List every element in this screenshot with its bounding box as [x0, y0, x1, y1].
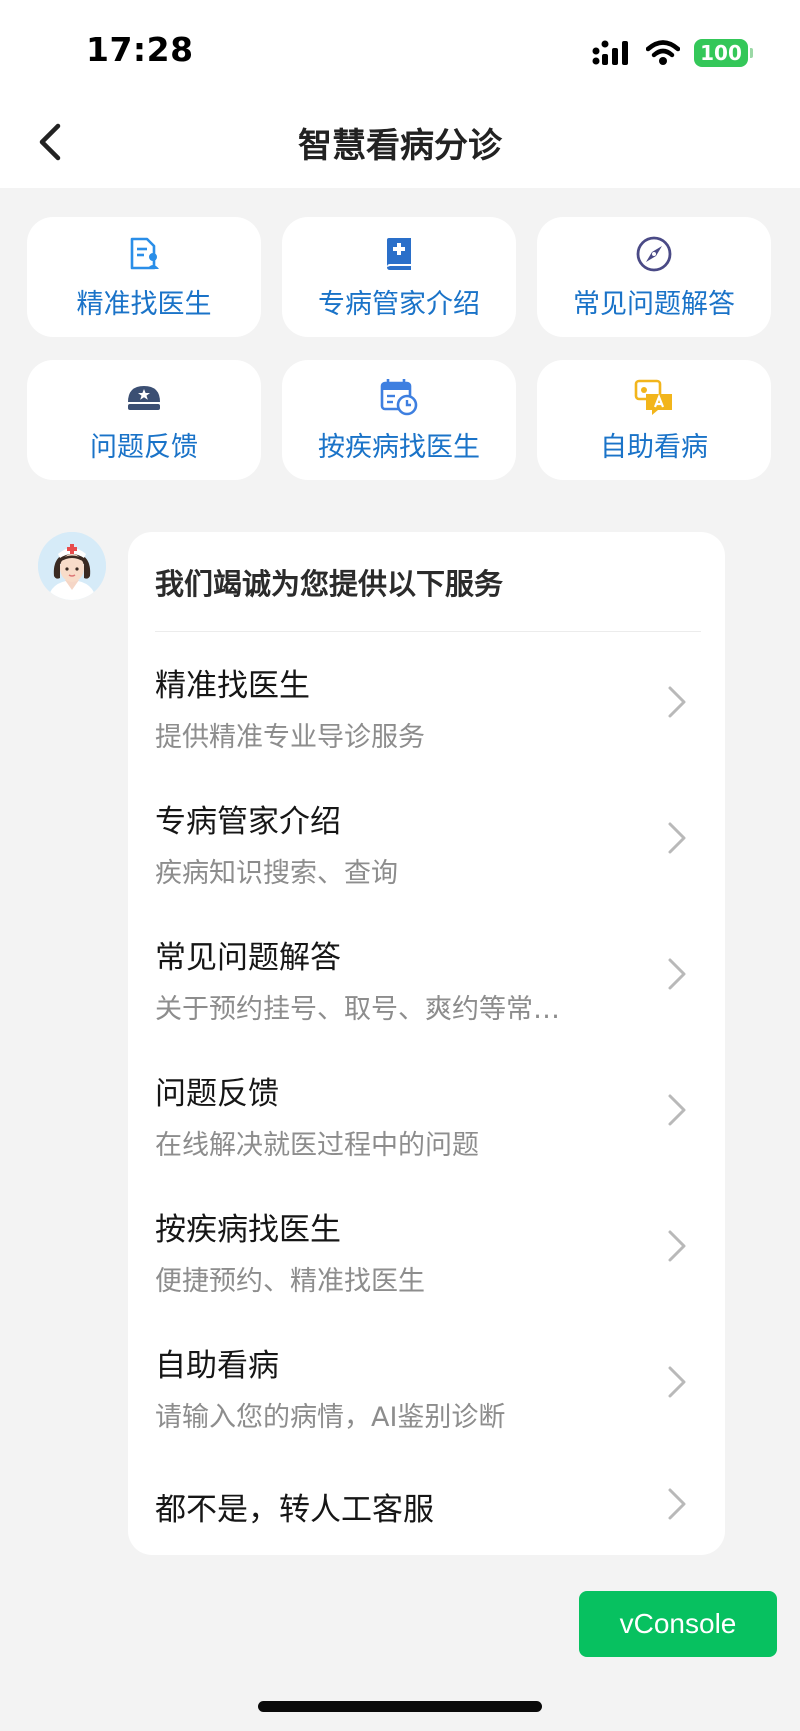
- service-title: 自助看病: [155, 1348, 279, 1384]
- chat-translate-icon: [634, 377, 674, 417]
- chevron-right-icon: [668, 958, 686, 990]
- compass-icon: [634, 234, 674, 274]
- status-bar: 17:28 100: [0, 0, 800, 96]
- tile-label: 精准找医生: [76, 288, 212, 320]
- tile-disease-manager-intro[interactable]: 专病管家介绍: [282, 217, 516, 337]
- tile-find-doctor-by-disease[interactable]: 按疾病找医生: [282, 360, 516, 480]
- service-item-disease-manager-intro[interactable]: 专病管家介绍 疾病知识搜索、查询: [155, 768, 698, 904]
- service-desc: 疾病知识搜索、查询: [155, 858, 398, 889]
- nav-bar: 智慧看病分诊: [0, 96, 800, 188]
- chevron-right-icon: [668, 1488, 686, 1520]
- tile-label: 问题反馈: [90, 431, 198, 463]
- service-item-find-doctor-by-disease[interactable]: 按疾病找医生 便捷预约、精准找医生: [155, 1176, 698, 1312]
- nurse-avatar: [38, 532, 106, 600]
- calendar-clock-icon: [379, 377, 419, 417]
- status-time: 17:28: [86, 30, 194, 69]
- service-item-self-diagnosis[interactable]: 自助看病 请输入您的病情，AI鉴别诊断: [155, 1312, 698, 1448]
- service-desc: 在线解决就医过程中的问题: [155, 1130, 479, 1161]
- doctor-profile-icon: [124, 234, 164, 274]
- cellular-signal-icon: [592, 40, 628, 65]
- service-item-feedback[interactable]: 问题反馈 在线解决就医过程中的问题: [155, 1040, 698, 1176]
- shortcut-grid: 精准找医生 专病管家介绍 常见问题解答 问题反馈 按疾病找医生 自助看病: [27, 217, 773, 480]
- nurse-cap-icon: [124, 377, 164, 417]
- service-item-faq[interactable]: 常见问题解答 关于预约挂号、取号、爽约等常…: [155, 904, 698, 1040]
- tile-precise-find-doctor[interactable]: 精准找医生: [27, 217, 261, 337]
- service-desc: 请输入您的病情，AI鉴别诊断: [155, 1402, 506, 1433]
- wifi-icon: [646, 40, 680, 65]
- service-title: 问题反馈: [155, 1076, 279, 1112]
- chevron-right-icon: [668, 1366, 686, 1398]
- chevron-right-icon: [668, 1230, 686, 1262]
- battery-indicator: 100: [694, 39, 753, 67]
- status-icons: 100: [592, 36, 753, 70]
- card-header: 我们竭诚为您提供以下服务: [155, 532, 701, 632]
- service-title: 按疾病找医生: [155, 1212, 341, 1248]
- medical-book-icon: [379, 234, 419, 274]
- tile-label: 自助看病: [600, 431, 708, 463]
- tile-feedback[interactable]: 问题反馈: [27, 360, 261, 480]
- service-desc: 关于预约挂号、取号、爽约等常…: [155, 994, 560, 1025]
- service-item-human-support[interactable]: 都不是，转人工客服: [155, 1448, 698, 1558]
- chevron-right-icon: [668, 822, 686, 854]
- service-title: 都不是，转人工客服: [155, 1492, 434, 1528]
- tile-faq[interactable]: 常见问题解答: [537, 217, 771, 337]
- service-card: 我们竭诚为您提供以下服务 精准找医生 提供精准专业导诊服务 专病管家介绍 疾病知…: [128, 532, 725, 1555]
- service-title: 精准找医生: [155, 668, 310, 704]
- vconsole-button[interactable]: vConsole: [579, 1591, 777, 1657]
- chevron-right-icon: [668, 686, 686, 718]
- service-title: 常见问题解答: [155, 940, 341, 976]
- tile-label: 按疾病找医生: [318, 431, 480, 463]
- tile-self-diagnosis[interactable]: 自助看病: [537, 360, 771, 480]
- home-indicator: [258, 1701, 542, 1712]
- tile-label: 专病管家介绍: [318, 288, 480, 320]
- service-title: 专病管家介绍: [155, 804, 341, 840]
- service-item-precise-find-doctor[interactable]: 精准找医生 提供精准专业导诊服务: [155, 632, 698, 768]
- chevron-right-icon: [668, 1094, 686, 1126]
- service-desc: 便捷预约、精准找医生: [155, 1266, 425, 1297]
- tile-label: 常见问题解答: [573, 288, 735, 320]
- service-desc: 提供精准专业导诊服务: [155, 722, 425, 753]
- page-title: 智慧看病分诊: [298, 126, 502, 166]
